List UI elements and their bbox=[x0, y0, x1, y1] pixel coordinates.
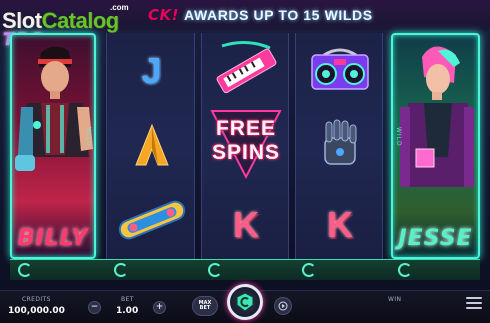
spin-emblem-icon bbox=[236, 292, 254, 312]
watermark-com: .com bbox=[110, 3, 129, 12]
banner-fragment: CK! bbox=[148, 6, 179, 24]
hoverboard-icon bbox=[107, 185, 196, 255]
autoplay-icon bbox=[278, 301, 288, 311]
robot-glove-icon bbox=[296, 113, 384, 177]
game-stage: CK! AWARDS UP TO 15 WILDS TRO SlotCatalo… bbox=[0, 0, 490, 290]
letter-j: J bbox=[141, 50, 162, 91]
win-label: WIN bbox=[388, 296, 402, 303]
reel-3: FREE SPINS K bbox=[201, 33, 289, 259]
pyramid-icon bbox=[107, 115, 196, 175]
jesse-character-icon bbox=[400, 46, 474, 187]
c-emblem-icon bbox=[18, 263, 32, 277]
reel-grid: WILD BILLY J FREE SPINS K K WILD JESSE bbox=[10, 33, 480, 259]
slotcatalog-watermark: SlotCatalog bbox=[2, 8, 119, 34]
c-emblem-icon bbox=[114, 263, 128, 277]
bet-increase-button[interactable]: + bbox=[153, 301, 166, 314]
wild-name-billy: BILLY bbox=[17, 226, 89, 251]
wild-name-jesse: JESSE bbox=[398, 226, 473, 251]
max-bet-line-2: BET bbox=[199, 305, 211, 311]
banner-text: AWARDS UP TO 15 WILDS bbox=[184, 7, 373, 23]
credits-label: CREDITS bbox=[22, 296, 51, 303]
letter-k: K bbox=[233, 204, 259, 245]
c-emblem-icon bbox=[302, 263, 316, 277]
reel-5-wild: WILD JESSE bbox=[391, 33, 480, 259]
bet-label: BET bbox=[121, 296, 134, 303]
watermark-slot: Slot bbox=[2, 8, 42, 33]
menu-icon[interactable] bbox=[466, 297, 482, 311]
billy-character-icon bbox=[15, 46, 93, 171]
symbol-k: K bbox=[202, 195, 290, 255]
credits-value: 100,000.00 bbox=[8, 306, 65, 316]
bet-decrease-button[interactable]: − bbox=[88, 301, 101, 314]
boombox-icon bbox=[296, 39, 384, 99]
wild-side-text-right: WILD bbox=[395, 127, 402, 147]
scatter-line-2: SPINS bbox=[211, 141, 281, 164]
reel-4: K bbox=[295, 33, 383, 259]
c-emblem-icon bbox=[398, 263, 412, 277]
spin-button[interactable] bbox=[227, 284, 263, 320]
symbol-j: J bbox=[107, 41, 196, 101]
autoplay-button[interactable] bbox=[274, 297, 292, 315]
bet-value: 1.00 bbox=[116, 306, 139, 316]
c-emblem-icon bbox=[208, 263, 222, 277]
top-banner: CK! AWARDS UP TO 15 WILDS bbox=[148, 4, 400, 26]
reel-1-wild: WILD BILLY bbox=[10, 33, 96, 259]
max-bet-button[interactable]: MAX BET bbox=[192, 296, 218, 316]
reel-2: J bbox=[106, 33, 195, 259]
free-spins-scatter: FREE SPINS bbox=[202, 107, 290, 183]
letter-k-2: K bbox=[327, 204, 353, 245]
keytar-icon bbox=[202, 35, 290, 99]
watermark-catalog: Catalog bbox=[41, 8, 120, 33]
symbol-k-2: K bbox=[296, 195, 384, 255]
scatter-line-1: FREE bbox=[215, 117, 276, 140]
wild-side-text: WILD bbox=[85, 127, 92, 147]
reel-bottom-strip bbox=[10, 259, 480, 280]
